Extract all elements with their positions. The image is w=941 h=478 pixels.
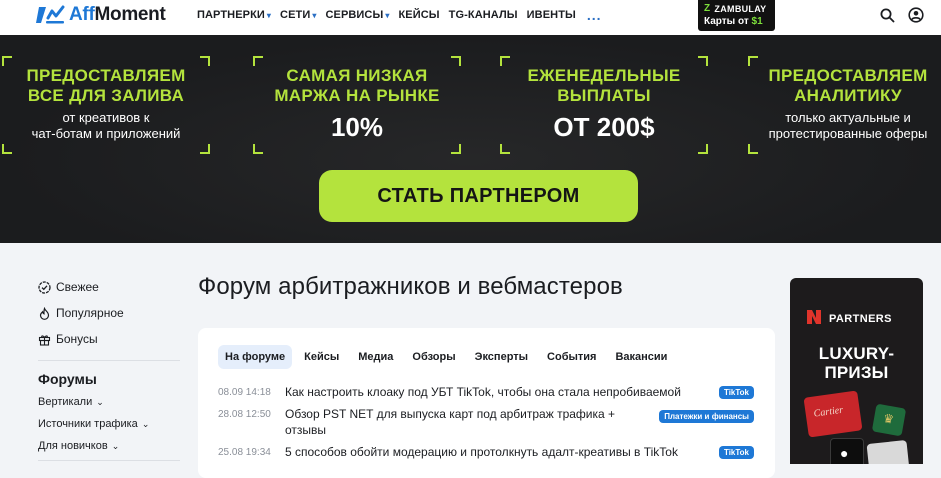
post-tag[interactable]: Платежки и финансы xyxy=(659,410,754,423)
tab-reviews[interactable]: Обзоры xyxy=(405,345,462,369)
nav-item-seti[interactable]: СЕТИ ▾ xyxy=(280,9,316,21)
sidebar-item-bonuses[interactable]: Бонусы xyxy=(38,326,180,352)
chevron-down-icon: ▾ xyxy=(385,10,390,20)
page-title: Форум арбитражников и вебмастеров xyxy=(198,273,623,300)
become-partner-button[interactable]: СТАТЬ ПАРТНЕРОМ xyxy=(319,170,638,222)
ad-prize-box xyxy=(866,439,910,464)
panel-headline: САМАЯ НИЗКАЯ МАРЖА НА РЫНКЕ xyxy=(274,66,440,105)
fire-icon xyxy=(38,306,51,320)
banner-panel-analytics: ПРЕДОСТАВЛЯЕМ АНАЛИТИКУ только актуальны… xyxy=(748,56,941,154)
nav-more-button[interactable]: ... xyxy=(587,8,602,22)
header-promo[interactable]: Z ZAMBULAY Карты от $1 xyxy=(698,0,775,31)
panel-subtext: от креативов к чат-ботам и приложений xyxy=(31,110,181,141)
list-item[interactable]: 25.08 19:34 5 способов обойти модерацию … xyxy=(218,444,758,466)
post-tag[interactable]: TikTok xyxy=(718,446,754,459)
chevron-down-icon: ⌄ xyxy=(141,418,150,429)
ad-prize-box: ● xyxy=(830,438,864,464)
apple-icon: ● xyxy=(840,445,849,461)
chevron-down-icon: ▾ xyxy=(312,10,317,20)
sidebar-divider xyxy=(38,460,180,461)
tab-events[interactable]: События xyxy=(540,345,603,369)
logo-text: AffMoment xyxy=(69,4,166,25)
banner-panel-payouts: ЕЖЕНЕДЕЛЬНЫЕ ВЫПЛАТЫ ОТ 200$ xyxy=(500,56,708,154)
panel-subtext: только актуальные и протестированные офе… xyxy=(768,110,928,141)
check-badge-icon xyxy=(38,280,51,294)
gift-icon xyxy=(38,333,51,346)
list-item[interactable]: 28.08 12:50 Обзор PST NET для выпуска ка… xyxy=(218,406,758,444)
n-partners-logo-icon xyxy=(805,308,823,329)
post-title[interactable]: 5 способов обойти модерацию и протолкнут… xyxy=(285,444,678,466)
promo-text: Карты от $1 xyxy=(704,16,763,27)
zambulay-logo-icon: Z xyxy=(704,3,711,14)
sidebar-ad[interactable]: PARTNERS LUXURY- ПРИЗЫ Cartier ♛ ● xyxy=(790,278,923,464)
nav-item-tg-kanaly[interactable]: TG-КАНАЛЫ xyxy=(449,9,518,21)
list-item[interactable]: 08.09 14:18 Как настроить клоаку под УБТ… xyxy=(218,384,758,406)
search-icon[interactable] xyxy=(879,7,895,23)
nav-item-servisy[interactable]: СЕРВИСЫ ▾ xyxy=(325,9,389,21)
post-tag[interactable]: TikTok xyxy=(718,386,754,399)
promo-banner[interactable]: ПРЕДОСТАВЛЯЕМ ВСЕ ДЛЯ ЗАЛИВА от креативо… xyxy=(0,35,941,243)
chevron-down-icon: ▾ xyxy=(266,10,272,20)
post-date: 08.09 14:18 xyxy=(218,387,271,398)
nav-item-partnerki[interactable]: ПАРТНЕРКИ ▾ xyxy=(197,9,271,21)
user-icon[interactable] xyxy=(908,7,924,23)
tab-vacancies[interactable]: Вакансии xyxy=(608,345,674,369)
post-title[interactable]: Обзор PST NET для выпуска карт под арбит… xyxy=(285,406,630,444)
top-header: AffMoment ПАРТНЕРКИ ▾ СЕТИ ▾ СЕРВИСЫ ▾ КЕЙС… xyxy=(0,0,941,35)
banner-panel-margin: САМАЯ НИЗКАЯ МАРЖА НА РЫНКЕ 10% xyxy=(253,56,461,154)
chevron-down-icon: ⌄ xyxy=(96,396,104,407)
ad-prize-box: ♛ xyxy=(871,403,907,437)
forum-tabs: На форуме Кейсы Медиа Обзоры Эксперты Со… xyxy=(218,345,679,369)
ad-prize-box: Cartier xyxy=(803,390,863,438)
ad-headline: LUXURY- ПРИЗЫ xyxy=(818,344,895,382)
tab-on-forum[interactable]: На форуме xyxy=(218,345,293,369)
nav-item-keisy[interactable]: КЕЙСЫ xyxy=(398,9,439,21)
header-actions xyxy=(879,7,924,23)
panel-headline: ПРЕДОСТАВЛЯЕМ ВСЕ ДЛЯ ЗАЛИВА xyxy=(26,66,186,105)
ad-brand: PARTNERS xyxy=(805,308,892,329)
sidebar-item-fresh[interactable]: Свежее xyxy=(38,274,180,300)
left-sidebar: Свежее Популярное Бонусы Форумы Вертикал… xyxy=(38,274,180,461)
forum-feed-card: На форуме Кейсы Медиа Обзоры Эксперты Со… xyxy=(198,328,775,478)
sidebar-item-traffic-sources[interactable]: Источники трафика ⌄ xyxy=(38,413,180,435)
post-date: 25.08 19:34 xyxy=(218,447,271,458)
forums-heading: Форумы xyxy=(38,371,97,387)
crown-icon: ♛ xyxy=(882,411,896,427)
tab-experts[interactable]: Эксперты xyxy=(468,345,535,369)
panel-big-value: 10% xyxy=(330,112,384,142)
main-nav: ПАРТНЕРКИ ▾ СЕТИ ▾ СЕРВИСЫ ▾ КЕЙСЫ TG-КАНАЛ… xyxy=(197,8,611,22)
chevron-down-icon: ⌄ xyxy=(111,440,120,451)
banner-panel-creatives: ПРЕДОСТАВЛЯЕМ ВСЕ ДЛЯ ЗАЛИВА от креативо… xyxy=(2,56,210,154)
nav-item-iventy[interactable]: ИВЕНТЫ xyxy=(527,9,576,21)
sidebar-item-beginners[interactable]: Для новичков ⌄ xyxy=(38,435,180,457)
tab-media[interactable]: Медиа xyxy=(351,345,400,369)
panel-big-value: ОТ 200$ xyxy=(553,112,655,142)
tab-cases[interactable]: Кейсы xyxy=(297,345,346,369)
panel-headline: ЕЖЕНЕДЕЛЬНЫЕ ВЫПЛАТЫ xyxy=(527,66,681,105)
sidebar-divider xyxy=(38,360,180,361)
promo-brand: Z ZAMBULAY xyxy=(704,3,767,14)
sidebar-item-verticals[interactable]: Вертикали ⌄ xyxy=(38,391,180,413)
panel-headline: ПРЕДОСТАВЛЯЕМ АНАЛИТИКУ xyxy=(768,66,928,105)
sidebar-item-popular[interactable]: Популярное xyxy=(38,300,180,326)
post-list: 08.09 14:18 Как настроить клоаку под УБТ… xyxy=(218,384,758,466)
post-title[interactable]: Как настроить клоаку под УБТ TikTok, что… xyxy=(285,384,681,406)
site-logo[interactable]: AffMoment xyxy=(36,4,166,26)
post-date: 28.08 12:50 xyxy=(218,409,271,420)
logo-icon xyxy=(36,4,66,26)
